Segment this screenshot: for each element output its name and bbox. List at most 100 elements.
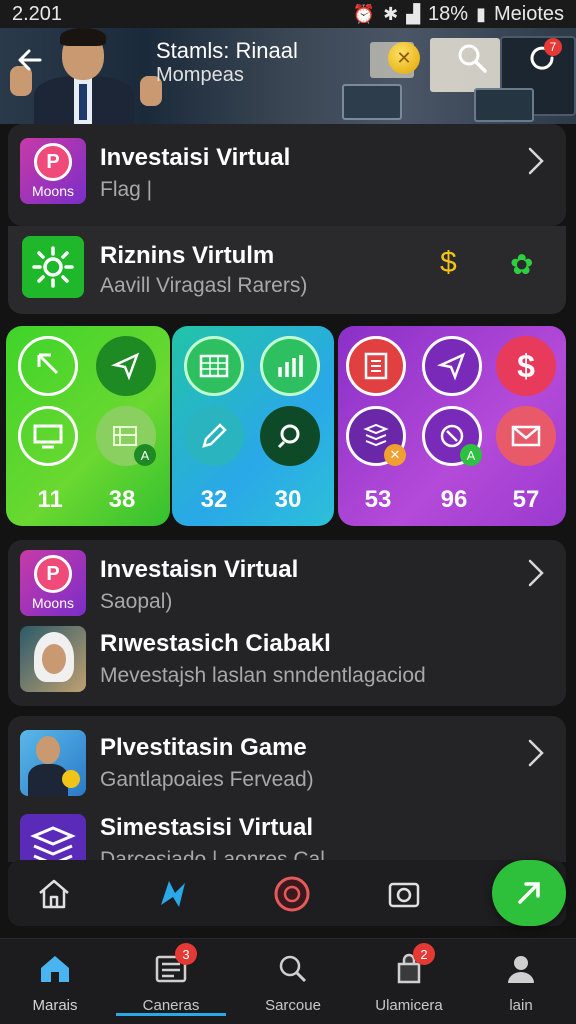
puzzle-icon[interactable]: ✿	[510, 248, 533, 281]
status-bar: 2.201 ⏰ ✱ ▟ 18% ▮ Meiotes	[0, 0, 576, 28]
nav-item-sarcoue[interactable]: Sarcoue	[238, 949, 348, 1023]
list-item[interactable]: Plvestitasin Game Gantlapoaies Fervead)	[8, 716, 566, 796]
search-icon	[273, 949, 313, 989]
grid-icon[interactable]	[184, 336, 244, 396]
action-dock	[8, 860, 566, 926]
stats-tile-purple[interactable]: $ ✕ A 53 96 57	[338, 326, 566, 526]
nav-label: Sarcoue	[265, 997, 321, 1014]
app-icon-moons: P Moons	[20, 138, 86, 204]
tile-number: 53	[364, 486, 392, 513]
tile-number: 57	[512, 486, 540, 513]
back-button[interactable]	[12, 42, 48, 78]
bag-icon: 2	[389, 943, 435, 989]
pencil-icon[interactable]	[184, 406, 244, 466]
record-button[interactable]	[270, 872, 314, 916]
app-icon-moons: P Moons	[20, 550, 86, 616]
tools-icon	[161, 881, 185, 907]
app-title: Riznins Virtulm	[100, 242, 275, 269]
record-icon	[274, 876, 310, 912]
arrow-up-right-icon	[518, 882, 540, 904]
home-icon	[35, 949, 75, 989]
sun-icon	[32, 246, 74, 288]
nav-item-caneras[interactable]: 3 Caneras	[116, 943, 226, 1023]
badge-x-icon: ✕	[384, 444, 406, 466]
nav-badge: 2	[413, 943, 435, 965]
app-icon-portrait	[20, 626, 86, 692]
monitor-icon[interactable]	[18, 406, 78, 466]
badge-a-icon: A	[460, 444, 482, 466]
p-logo-icon: P	[34, 555, 72, 593]
badge-a-icon: A	[134, 444, 156, 466]
camera-button[interactable]	[382, 872, 426, 916]
status-time: 2.201	[12, 2, 63, 25]
vibrate-icon: ✱	[383, 3, 399, 24]
mail-icon[interactable]	[496, 406, 556, 466]
stats-tile-blue[interactable]: 32 30	[172, 326, 334, 526]
nav-item-lain[interactable]: lain	[466, 949, 576, 1023]
battery-icon: ▮	[476, 3, 486, 24]
app-card[interactable]: Riznins Virtulm Aavill Viragasl Rarers) …	[8, 226, 566, 314]
document-icon[interactable]	[346, 336, 406, 396]
search-icon	[458, 44, 487, 73]
arrow-left-icon	[18, 49, 42, 71]
compose-fab-button[interactable]	[492, 860, 566, 926]
app-card[interactable]: P Moons Investaisi Virtual Flag |	[8, 124, 566, 226]
coin-button[interactable]: ✕	[388, 42, 420, 74]
battery-percent: 18%	[428, 2, 469, 25]
nav-item-ulamicera[interactable]: 2 Ulamicera	[354, 943, 464, 1023]
search-icon[interactable]	[260, 406, 320, 466]
cursor-icon[interactable]	[18, 336, 78, 396]
tile-number: 38	[108, 486, 136, 513]
list-item[interactable]: Simestasisi Virtual Darcesiado | aonres …	[8, 808, 566, 862]
tools-button[interactable]	[152, 872, 196, 916]
coin-hand-icon[interactable]: $	[440, 246, 457, 280]
dollar-icon[interactable]: $	[496, 336, 556, 396]
header-background-laptop	[342, 84, 402, 120]
app-subtitle: Flag |	[100, 178, 153, 201]
header-background-laptop	[474, 88, 534, 122]
app-list-card: Plvestitasin Game Gantlapoaies Fervead) …	[8, 716, 566, 862]
nav-label: Ulamicera	[375, 997, 443, 1014]
nav-label: lain	[509, 997, 533, 1014]
navigate-icon[interactable]	[422, 336, 482, 396]
signal-icon: ▟	[406, 3, 421, 24]
notifications-button[interactable]: 7	[526, 38, 562, 74]
app-title: Rıwestasich Ciabakl	[100, 630, 331, 657]
home-button[interactable]	[32, 872, 76, 916]
nav-item-marais[interactable]: Marais	[0, 949, 110, 1023]
bar-chart-icon[interactable]	[260, 336, 320, 396]
status-icons: ⏰ ✱ ▟ 18% ▮ Meiotes	[353, 3, 564, 26]
app-icon-game	[20, 730, 86, 796]
list-item[interactable]: Rıwestasich Ciabakl Mevestajsh laslan sn…	[8, 620, 566, 700]
app-icon-sun	[22, 236, 84, 298]
news-icon: 3	[151, 943, 197, 989]
stats-tile-green[interactable]: A 11 38	[6, 326, 170, 526]
app-title: Investaisi Virtual	[100, 144, 291, 171]
profile-icon	[501, 949, 541, 989]
active-tab-indicator	[116, 1013, 226, 1016]
bottom-navigation: Marais 3 Caneras Sarcoue 2 Ulamicera lai…	[0, 938, 576, 1024]
nav-badge: 3	[175, 943, 197, 965]
app-title: Plvestitasin Game	[100, 734, 307, 761]
header-subtitle: Mompeas	[156, 64, 244, 86]
app-list-card: P Moons Investaisn Virtual Saopal) Rıwes…	[8, 540, 566, 706]
app-title: Investaisn Virtual	[100, 556, 299, 583]
tile-number: 96	[440, 486, 468, 513]
nav-label: Caneras	[142, 997, 200, 1014]
app-subtitle: Mevestajsh laslan snndentlagaciod	[100, 664, 426, 687]
p-logo-icon: P	[34, 143, 72, 181]
coin-icon: ✕	[396, 47, 412, 68]
app-subtitle: Gantlapoaies Fervead)	[100, 768, 314, 791]
chevron-right-icon	[528, 147, 544, 175]
chevron-right-icon	[528, 739, 544, 767]
camera-icon	[388, 882, 420, 908]
chevron-right-icon	[528, 559, 544, 587]
send-icon[interactable]	[96, 336, 156, 396]
header-title: Stamls: Rinaal	[156, 38, 298, 63]
alarm-icon: ⏰	[352, 3, 376, 24]
app-title: Simestasisi Virtual	[100, 814, 313, 841]
home-icon	[39, 879, 69, 909]
search-button[interactable]	[456, 42, 488, 74]
app-subtitle: Aavill Viragasl Rarers)	[100, 274, 308, 297]
list-item[interactable]: P Moons Investaisn Virtual Saopal)	[8, 540, 566, 620]
